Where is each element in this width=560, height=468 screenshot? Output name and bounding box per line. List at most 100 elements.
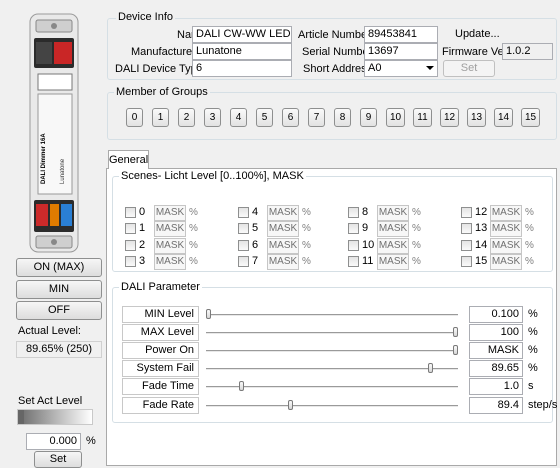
fade-time-label: Fade Time [122, 378, 199, 395]
scene-checkbox-11[interactable] [348, 256, 359, 267]
system-fail-level-slider-thumb[interactable] [428, 363, 434, 373]
scene-level-input-13[interactable]: MASK [490, 221, 522, 237]
scene-level-input-11[interactable]: MASK [377, 254, 409, 270]
scene-percent-sign: % [525, 240, 534, 251]
group-button-3[interactable]: 3 [204, 108, 221, 127]
scene-checkbox-3[interactable] [125, 256, 136, 267]
scene-checkbox-8[interactable] [348, 207, 359, 218]
system-fail-level-value-input[interactable]: 89.65 [469, 360, 523, 377]
scene-percent-sign: % [525, 256, 534, 267]
scene-checkbox-5[interactable] [238, 223, 249, 234]
scene-level-input-9[interactable]: MASK [377, 221, 409, 237]
group-button-6[interactable]: 6 [282, 108, 299, 127]
group-button-14[interactable]: 14 [494, 108, 513, 127]
set-act-level-slider[interactable] [17, 409, 93, 425]
scene-level-input-0[interactable]: MASK [154, 205, 186, 221]
scene-checkbox-1[interactable] [125, 223, 136, 234]
firmware-label: Firmware Ver [442, 46, 508, 58]
groups-title: Member of Groups [114, 86, 210, 98]
scene-level-input-2[interactable]: MASK [154, 238, 186, 254]
scene-number-3: 3 [139, 255, 146, 267]
power-on-level-slider-thumb[interactable] [453, 345, 458, 355]
power-on-level-slider[interactable] [206, 350, 458, 352]
fade-rate-unit: step/s [528, 399, 558, 411]
scene-checkbox-9[interactable] [348, 223, 359, 234]
scene-level-input-3[interactable]: MASK [154, 254, 186, 270]
group-button-1[interactable]: 1 [152, 108, 169, 127]
min-level-slider-thumb[interactable] [206, 309, 211, 319]
min-button[interactable]: MIN [16, 280, 102, 299]
max-level-slider[interactable] [206, 332, 458, 334]
scene-percent-sign: % [412, 223, 421, 234]
scene-level-input-14[interactable]: MASK [490, 238, 522, 254]
scene-level-input-15[interactable]: MASK [490, 254, 522, 270]
scene-level-input-12[interactable]: MASK [490, 205, 522, 221]
scene-checkbox-15[interactable] [461, 256, 472, 267]
on-max-button[interactable]: ON (MAX) [16, 258, 102, 277]
set-level-input[interactable]: 0.000 [26, 433, 81, 450]
tab-general[interactable]: General [108, 150, 149, 169]
set-address-button[interactable]: Set [443, 60, 495, 77]
scene-level-input-8[interactable]: MASK [377, 205, 409, 221]
group-button-10[interactable]: 10 [386, 108, 405, 127]
device-model-text: DALI Dimmer 16A [41, 133, 47, 184]
fade-rate-slider[interactable] [206, 405, 458, 407]
scene-number-8: 8 [362, 206, 369, 218]
scene-checkbox-4[interactable] [238, 207, 249, 218]
group-button-8[interactable]: 8 [334, 108, 351, 127]
scene-number-7: 7 [252, 255, 259, 267]
scene-checkbox-14[interactable] [461, 240, 472, 251]
group-button-4[interactable]: 4 [230, 108, 247, 127]
article-number-input[interactable]: 89453841 [364, 26, 438, 43]
fade-rate-value-input[interactable]: 89.4 [469, 397, 523, 414]
scene-percent-sign: % [302, 207, 311, 218]
min-level-value-input[interactable]: 0.100 [469, 306, 523, 323]
name-input[interactable]: DALI CW-WW LED D... [192, 26, 292, 43]
scene-number-15: 15 [475, 255, 488, 267]
group-button-5[interactable]: 5 [256, 108, 273, 127]
min-level-slider[interactable] [206, 314, 458, 316]
group-button-0[interactable]: 0 [126, 108, 143, 127]
fade-rate-slider-thumb[interactable] [288, 400, 294, 410]
scene-level-input-1[interactable]: MASK [154, 221, 186, 237]
group-button-13[interactable]: 13 [467, 108, 486, 127]
scene-level-input-10[interactable]: MASK [377, 238, 409, 254]
fade-time-slider-thumb[interactable] [238, 381, 244, 391]
group-button-7[interactable]: 7 [308, 108, 325, 127]
scene-level-input-7[interactable]: MASK [267, 254, 299, 270]
manufacturer-input[interactable]: Lunatone [192, 43, 292, 60]
min-level-label: MIN Level [122, 306, 199, 323]
short-address-value: A0 [368, 62, 382, 74]
update-link[interactable]: Update... [455, 28, 500, 40]
group-button-11[interactable]: 11 [413, 108, 432, 127]
short-address-select[interactable]: A0 [364, 60, 438, 77]
actual-level-label: Actual Level: [18, 325, 81, 337]
group-button-2[interactable]: 2 [178, 108, 195, 127]
scene-percent-sign: % [412, 207, 421, 218]
fade-time-value-input[interactable]: 1.0 [469, 378, 523, 395]
scene-checkbox-13[interactable] [461, 223, 472, 234]
max-level-slider-thumb[interactable] [453, 327, 458, 337]
scene-checkbox-2[interactable] [125, 240, 136, 251]
scene-checkbox-10[interactable] [348, 240, 359, 251]
serial-number-input[interactable]: 13697 [364, 43, 438, 60]
scene-level-input-6[interactable]: MASK [267, 238, 299, 254]
scene-checkbox-6[interactable] [238, 240, 249, 251]
off-button[interactable]: OFF [16, 301, 102, 320]
power-on-level-value-input[interactable]: MASK [469, 342, 523, 359]
set-act-level-thumb[interactable] [18, 410, 24, 424]
group-button-15[interactable]: 15 [521, 108, 540, 127]
device-type-input[interactable]: 6 [192, 60, 292, 77]
scene-checkbox-0[interactable] [125, 207, 136, 218]
scene-level-input-5[interactable]: MASK [267, 221, 299, 237]
set-level-button[interactable]: Set [34, 451, 82, 468]
max-level-value-input[interactable]: 100 [469, 324, 523, 341]
scene-level-input-4[interactable]: MASK [267, 205, 299, 221]
group-button-12[interactable]: 12 [440, 108, 459, 127]
system-fail-level-slider[interactable] [206, 368, 458, 370]
scene-checkbox-7[interactable] [238, 256, 249, 267]
system-fail-level-label: System Fail Level [122, 360, 199, 389]
group-button-9[interactable]: 9 [360, 108, 377, 127]
scene-checkbox-12[interactable] [461, 207, 472, 218]
short-address-label: Short Address [303, 63, 373, 75]
